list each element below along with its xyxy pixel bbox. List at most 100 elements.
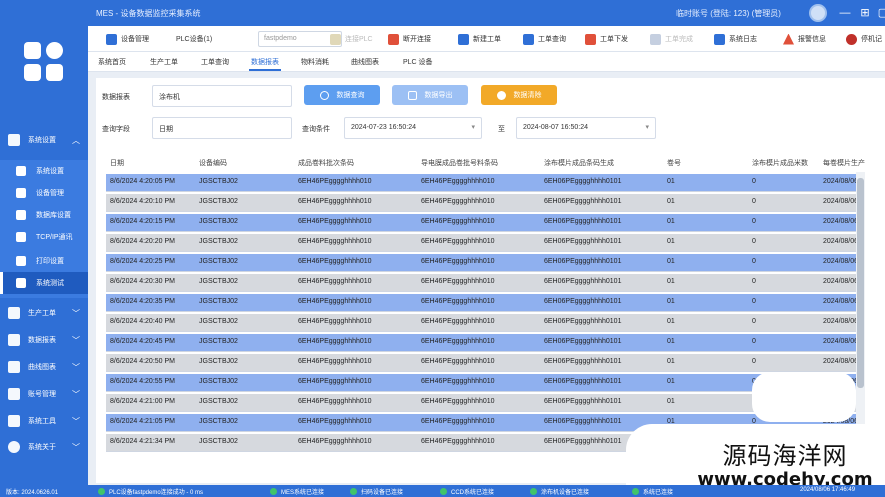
cell-film-batch: 6EH46PEgggghhhh010 xyxy=(421,258,495,265)
maximize-icon[interactable]: ▢ xyxy=(874,4,885,22)
to-label: 至 xyxy=(498,126,505,133)
cell-date: 8/6/2024 4:21:34 PM xyxy=(110,438,175,445)
sidebar-group-accounts[interactable]: 账号管理 ﹀ xyxy=(0,384,88,404)
sidebar-group-charts[interactable]: 曲线图表 ﹀ xyxy=(0,357,88,377)
tab-work-orders[interactable]: 生产工单 xyxy=(150,57,178,67)
table-row[interactable]: 8/6/2024 4:20:15 PM JGSCTBJ02 6EH46PEggggh… xyxy=(106,214,864,232)
stop-record-button[interactable]: 停机记 xyxy=(846,31,882,47)
sidebar-group-about[interactable]: 系统关于 ﹀ xyxy=(0,437,88,457)
alarm-info-button[interactable]: 报警信息 xyxy=(783,31,826,47)
device-mgmt-button[interactable]: 设备管理 xyxy=(106,31,149,47)
work-order-issue-button[interactable]: 工单下发 xyxy=(585,31,628,47)
user-icon xyxy=(8,388,20,400)
table-row[interactable]: 8/6/2024 4:20:35 PM JGSCTBJ02 6EH46PEggggh… xyxy=(106,294,864,312)
query-field-select[interactable]: 日期 xyxy=(152,117,292,139)
table-row[interactable]: 8/6/2024 4:20:45 PM JGSCTBJ02 6EH46PEggggh… xyxy=(106,334,864,352)
column-header-roll-no[interactable]: 卷号 xyxy=(667,158,681,168)
cell-device-code: JGSCTBJ02 xyxy=(199,218,238,225)
work-order-query-button[interactable]: 工单查询 xyxy=(523,31,566,47)
delete-button[interactable]: 数据清除 xyxy=(481,85,557,105)
sidebar-group-work-orders[interactable]: 生产工单 ﹀ xyxy=(0,303,88,323)
tab-plc-devices[interactable]: PLC 设备 xyxy=(403,57,433,67)
cell-roll-no: 01 xyxy=(667,318,675,325)
sidebar-group-data-reports[interactable]: 数据报表 ﹀ xyxy=(0,330,88,350)
column-header-meters[interactable]: 涂布模片成品米数 xyxy=(752,158,808,168)
sidebar-item-tcpip[interactable]: TCP/IP通讯 xyxy=(0,226,88,248)
database-icon xyxy=(8,334,20,346)
disconnect-button[interactable]: 断开连接 xyxy=(388,31,431,47)
sidebar-item-device-mgmt[interactable]: 设备管理 xyxy=(0,182,88,204)
table-header: 日期 设备编码 成品卷料批次条码 导电膜成品卷批号料条码 涂布模片成品条码生成 … xyxy=(104,154,867,172)
export-button[interactable]: 数据导出 xyxy=(392,85,468,105)
query-button-label: 数据查询 xyxy=(336,92,365,99)
date-from-picker[interactable]: 2024-07-23 16:50:24 ▾ xyxy=(344,117,482,139)
cell-production: 2024/08/06 xyxy=(823,258,859,265)
column-header-production[interactable]: 每卷模片生产 xyxy=(823,158,865,168)
column-header-coating-barcode[interactable]: 涂布模片成品条码生成 xyxy=(544,158,614,168)
cell-roll-no: 01 xyxy=(667,278,675,285)
sidebar-group-system-settings[interactable]: 系统设置 ︿ xyxy=(0,130,88,150)
column-header-date[interactable]: 日期 xyxy=(110,158,124,168)
cell-roll-no: 01 xyxy=(667,298,675,305)
cell-film-batch: 6EH46PEgggghhhh010 xyxy=(421,338,495,345)
table-row[interactable]: 8/6/2024 4:20:40 PM JGSCTBJ02 6EH46PEggggh… xyxy=(106,314,864,332)
report-table: 日期 设备编码 成品卷料批次条码 导电膜成品卷批号料条码 涂布模片成品条码生成 … xyxy=(104,154,867,466)
column-header-device-code[interactable]: 设备编码 xyxy=(199,158,227,168)
cell-device-code: JGSCTBJ02 xyxy=(199,178,238,185)
sidebar-group-label: 生产工单 xyxy=(28,310,56,317)
cell-device-code: JGSCTBJ02 xyxy=(199,198,238,205)
tab-material-consumption[interactable]: 物料消耗 xyxy=(301,57,329,67)
new-work-order-button[interactable]: 新建工单 xyxy=(458,31,501,47)
table-row[interactable]: 8/6/2024 4:20:50 PM JGSCTBJ02 6EH46PEggggh… xyxy=(106,354,864,372)
cell-roll-no: 01 xyxy=(667,258,675,265)
log-icon xyxy=(714,33,725,45)
report-select[interactable]: 涂布机 xyxy=(152,85,292,107)
column-header-film-batch[interactable]: 导电膜成品卷批号料条码 xyxy=(421,158,498,168)
condition-label: 查询条件 xyxy=(302,126,330,133)
status-system: 系统已连接 xyxy=(632,487,673,496)
system-log-button[interactable]: 系统日志 xyxy=(714,31,757,47)
query-button[interactable]: 数据查询 xyxy=(304,85,380,105)
tab-work-order-query[interactable]: 工单查询 xyxy=(201,57,229,67)
date-to-picker[interactable]: 2024-08-07 16:50:24 ▾ xyxy=(516,117,656,139)
power-icon xyxy=(846,33,857,45)
cell-coating-barcode: 6EH06PEgggghhhh0101 xyxy=(544,438,622,445)
column-header-product-batch[interactable]: 成品卷料批次条码 xyxy=(298,158,354,168)
alarm-info-label: 报警信息 xyxy=(798,36,826,43)
status-text: 系统已连接 xyxy=(643,490,674,496)
cell-product-batch: 6EH46PEgggghhhh010 xyxy=(298,298,372,305)
tab-home[interactable]: 系统首页 xyxy=(98,57,126,67)
connect-plc-button[interactable]: 连接PLC xyxy=(330,31,373,47)
cell-production: 2024/08/06 xyxy=(823,218,859,225)
table-row[interactable]: 8/6/2024 4:20:25 PM JGSCTBJ02 6EH46PEggggh… xyxy=(106,254,864,272)
tab-data-reports[interactable]: 数据报表 xyxy=(249,57,281,71)
cell-device-code: JGSCTBJ02 xyxy=(199,278,238,285)
cell-production: 2024/08/06 xyxy=(823,318,859,325)
table-row[interactable]: 8/6/2024 4:20:10 PM JGSCTBJ02 6EH46PEggggh… xyxy=(106,194,864,212)
windows-icon[interactable]: ⊞ xyxy=(856,4,874,22)
status-ok-icon xyxy=(270,488,277,495)
sidebar-group-tools[interactable]: 系统工具 ﹀ xyxy=(0,411,88,431)
cell-film-batch: 6EH46PEgggghhhh010 xyxy=(421,378,495,385)
table-row[interactable]: 8/6/2024 4:20:05 PM JGSCTBJ02 6EH46PEggggh… xyxy=(106,174,864,192)
sidebar-item-system-test[interactable]: 系统测试 xyxy=(0,272,88,294)
minimize-icon[interactable]: — xyxy=(836,4,854,22)
sidebar-item-label: 打印设置 xyxy=(36,258,64,265)
sidebar-item-print-settings[interactable]: 打印设置 xyxy=(0,250,88,272)
table-row[interactable]: 8/6/2024 4:20:55 PM JGSCTBJ02 6EH46PEggggh… xyxy=(106,374,864,392)
table-scrollbar[interactable] xyxy=(856,172,865,462)
list-icon xyxy=(16,166,26,176)
cell-product-batch: 6EH46PEgggghhhh010 xyxy=(298,438,372,445)
sidebar-item-db-settings[interactable]: 数据库设置 xyxy=(0,204,88,226)
table-row[interactable]: 8/6/2024 4:21:00 PM JGSCTBJ02 6EH46PEggggh… xyxy=(106,394,864,412)
work-order-finish-button[interactable]: 工单完成 xyxy=(650,31,693,47)
chevron-up-icon: ︿ xyxy=(72,135,80,145)
cell-roll-no: 01 xyxy=(667,358,675,365)
cell-film-batch: 6EH46PEgggghhhh010 xyxy=(421,438,495,445)
scrollbar-thumb[interactable] xyxy=(857,178,864,388)
table-row[interactable]: 8/6/2024 4:20:20 PM JGSCTBJ02 6EH46PEggggh… xyxy=(106,234,864,252)
table-row[interactable]: 8/6/2024 4:20:30 PM JGSCTBJ02 6EH46PEggggh… xyxy=(106,274,864,292)
sidebar-item-system-settings[interactable]: 系统设置 xyxy=(0,160,88,182)
tab-charts[interactable]: 曲线图表 xyxy=(351,57,379,67)
avatar[interactable] xyxy=(809,4,827,22)
